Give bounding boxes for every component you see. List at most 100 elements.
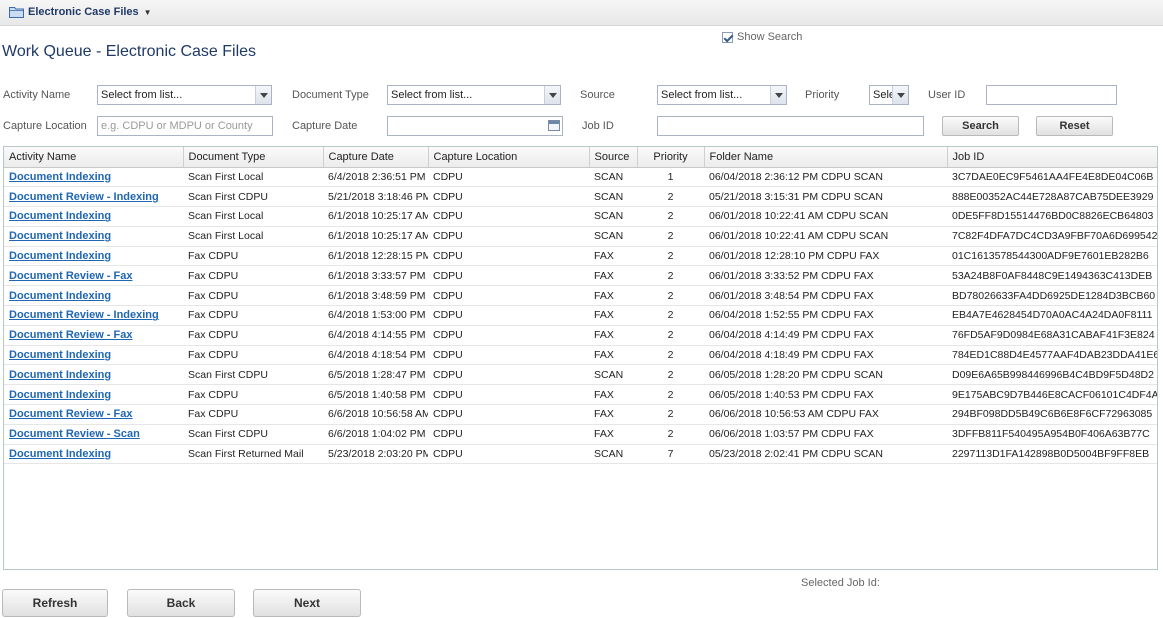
cell-document-type: Fax CDPU: [183, 265, 323, 287]
cell-job-id: 294BF098DD5B49C6B6E8F6CF72963085: [947, 404, 1157, 425]
activity-link[interactable]: Document Indexing: [9, 250, 111, 262]
cell-job-id: 53A24B8F0AF8448C9E1494363C413DEB: [947, 265, 1157, 287]
activity-link[interactable]: Document Review - Fax: [9, 408, 132, 420]
table-row[interactable]: Document Indexing Scan First Local 6/1/201…: [4, 206, 1157, 227]
column-header-job-id[interactable]: Job ID: [947, 147, 1157, 168]
next-button[interactable]: Next: [253, 589, 361, 617]
activity-link[interactable]: Document Indexing: [9, 290, 111, 302]
cell-capture-location: CDPU: [428, 444, 589, 465]
table-row[interactable]: Document Indexing Scan First Local 6/4/201…: [4, 167, 1157, 188]
table-row[interactable]: Document Review - Indexing Scan First CDP…: [4, 186, 1157, 208]
cell-capture-location: CDPU: [428, 265, 589, 287]
column-header-capture-date[interactable]: Capture Date: [323, 147, 429, 168]
cell-source: FAX: [589, 265, 637, 287]
table-row[interactable]: Document Indexing Scan First CDPU 6/5/2018…: [4, 364, 1157, 386]
show-search-checkbox[interactable]: [722, 31, 733, 43]
cell-capture-date: 6/4/2018 1:53:00 PM: [323, 305, 428, 326]
cell-job-id: 01C1613578544300ADF9E7601EB282B6: [947, 246, 1157, 267]
cell-priority: 2: [637, 265, 704, 287]
table-row[interactable]: Document Indexing Scan First Returned Mai…: [4, 444, 1157, 465]
column-header-priority[interactable]: Priority: [637, 147, 705, 168]
cell-priority: 2: [637, 364, 704, 386]
cell-document-type: Fax CDPU: [183, 305, 323, 326]
activity-name-select[interactable]: Select from list...: [97, 85, 272, 105]
refresh-button[interactable]: Refresh: [2, 589, 108, 617]
activity-link[interactable]: Document Indexing: [9, 389, 111, 401]
table-row[interactable]: Document Indexing Fax CDPU 6/5/2018 1:40:5…: [4, 384, 1157, 406]
table-row[interactable]: Document Indexing Fax CDPU 6/4/2018 4:18:5…: [4, 345, 1157, 366]
activity-link[interactable]: Document Indexing: [9, 210, 111, 222]
activity-link[interactable]: Document Indexing: [9, 349, 111, 361]
reset-button[interactable]: Reset: [1036, 116, 1113, 136]
table-row[interactable]: Document Review - Scan Scan First CDPU 6/6…: [4, 424, 1157, 445]
table-row[interactable]: Document Indexing Scan First Local 6/1/201…: [4, 226, 1157, 247]
capture-location-input[interactable]: [97, 116, 273, 136]
cell-capture-date: 5/23/2018 2:03:20 PM: [323, 444, 428, 465]
cell-folder-name: 06/01/2018 3:33:52 PM CDPU FAX: [704, 265, 947, 287]
chevron-down-icon: [892, 86, 908, 104]
cell-capture-location: CDPU: [428, 325, 589, 346]
calendar-icon[interactable]: [548, 120, 560, 131]
cell-job-id: EB4A7E4628454D70A0AC4A24DA0F8111: [947, 305, 1157, 326]
table-row[interactable]: Document Indexing Fax CDPU 6/1/2018 12:28:…: [4, 246, 1157, 267]
cell-priority: 2: [637, 186, 704, 208]
show-search-toggle[interactable]: Show Search: [722, 31, 802, 43]
cell-folder-name: 06/01/2018 12:28:10 PM CDPU FAX: [704, 246, 947, 267]
user-id-label: User ID: [928, 89, 966, 101]
cell-priority: 2: [637, 305, 704, 326]
activity-link[interactable]: Document Review - Fax: [9, 329, 132, 341]
activity-link[interactable]: Document Indexing: [9, 369, 111, 381]
activity-name-value: Select from list...: [101, 89, 183, 101]
cell-folder-name: 06/04/2018 1:52:55 PM CDPU FAX: [704, 305, 947, 326]
cell-document-type: Scan First CDPU: [183, 424, 323, 445]
cell-source: FAX: [589, 404, 637, 425]
source-select[interactable]: Select from list...: [657, 85, 787, 105]
user-id-input[interactable]: [986, 85, 1117, 105]
cell-job-id: 3DFFB811F540495A954B0F406A63B77C: [947, 424, 1157, 445]
cell-capture-date: 6/1/2018 10:25:17 AM: [323, 206, 428, 227]
column-header-source[interactable]: Source: [589, 147, 638, 168]
cell-source: SCAN: [589, 364, 637, 386]
table-row[interactable]: Document Review - Fax Fax CDPU 6/6/2018 10…: [4, 404, 1157, 425]
priority-select[interactable]: Sele: [869, 85, 909, 105]
activity-link[interactable]: Document Indexing: [9, 448, 111, 460]
job-id-input[interactable]: [657, 116, 924, 136]
cell-source: SCAN: [589, 226, 637, 247]
activity-link[interactable]: Document Review - Indexing: [9, 309, 159, 321]
activity-link[interactable]: Document Indexing: [9, 171, 111, 183]
cell-document-type: Scan First Local: [183, 226, 323, 247]
cell-priority: 2: [637, 404, 704, 425]
cell-capture-date: 5/21/2018 3:18:46 PM: [323, 186, 428, 208]
cell-folder-name: 06/01/2018 3:48:54 PM CDPU FAX: [704, 285, 947, 307]
cell-job-id: 76FD5AF9D0984E68A31CABAF41F3E824: [947, 325, 1157, 346]
column-header-capture-location[interactable]: Capture Location: [428, 147, 590, 168]
cell-source: SCAN: [589, 206, 637, 227]
caret-down-icon: ▼: [143, 7, 152, 17]
activity-link[interactable]: Document Indexing: [9, 230, 111, 242]
table-row[interactable]: Document Review - Indexing Fax CDPU 6/4/20…: [4, 305, 1157, 326]
cell-capture-date: 6/4/2018 4:14:55 PM: [323, 325, 428, 346]
column-header-folder-name[interactable]: Folder Name: [704, 147, 948, 168]
table-row[interactable]: Document Indexing Fax CDPU 6/1/2018 3:48:5…: [4, 285, 1157, 307]
column-header-document-type[interactable]: Document Type: [183, 147, 324, 168]
cell-capture-location: CDPU: [428, 167, 589, 188]
activity-link[interactable]: Document Review - Fax: [9, 270, 132, 282]
back-button[interactable]: Back: [127, 589, 235, 617]
activity-link[interactable]: Document Review - Indexing: [9, 191, 159, 203]
table-row[interactable]: Document Review - Fax Fax CDPU 6/4/2018 4:…: [4, 325, 1157, 346]
cell-activity-name: Document Review - Fax: [4, 325, 183, 346]
document-type-select[interactable]: Select from list...: [387, 85, 561, 105]
table-row[interactable]: Document Review - Fax Fax CDPU 6/1/2018 3:…: [4, 265, 1157, 287]
column-header-activity-name[interactable]: Activity Name: [4, 147, 184, 168]
cell-capture-location: CDPU: [428, 246, 589, 267]
app-menu[interactable]: Electronic Case Files ▼: [9, 3, 152, 21]
table-body: Document Indexing Scan First Local 6/4/201…: [4, 167, 1157, 465]
chevron-down-icon: [255, 86, 271, 104]
activity-link[interactable]: Document Review - Scan: [9, 428, 140, 440]
search-button[interactable]: Search: [942, 116, 1019, 136]
capture-date-input[interactable]: [387, 116, 563, 136]
cell-capture-location: CDPU: [428, 345, 589, 366]
cell-job-id: 9E175ABC9D7B446E8CACF06101C4DF4A: [947, 384, 1157, 406]
cell-capture-date: 6/6/2018 1:04:02 PM: [323, 424, 428, 445]
cell-folder-name: 06/04/2018 4:18:49 PM CDPU FAX: [704, 345, 947, 366]
